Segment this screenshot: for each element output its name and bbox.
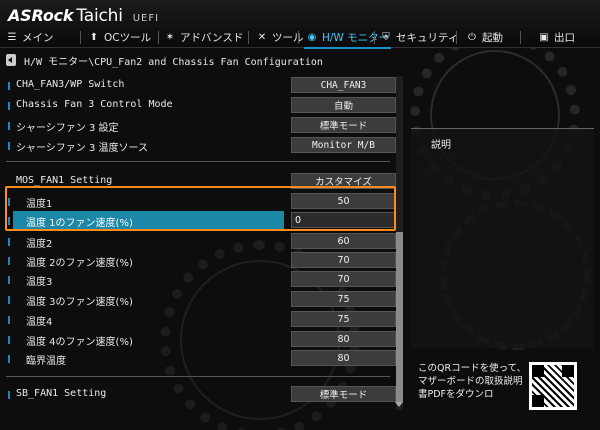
menu-item-exit[interactable]: ▣ 出口 [538, 27, 575, 47]
menu-item-hw-monitor[interactable]: ◉ H/W モニター [303, 27, 392, 49]
setting-label: 温度 3のファン速度(%) [26, 297, 133, 308]
setting-label: MOS_FAN1 Setting [16, 175, 113, 186]
rocket-icon: ⬆ [89, 31, 99, 43]
setting-temp3-fan-speed[interactable]: 温度 3のファン速度(%) 75 [6, 290, 396, 310]
setting-value[interactable]: 標準モード [291, 386, 396, 402]
top-bar: ASRock Taichi UEFI ☰ メイン ⬆ OCツール ✶ アドバンスド … [0, 0, 600, 49]
setting-cha-fan3-switch[interactable]: CHA_FAN3/WP Switch CHA_FAN3 [6, 76, 396, 96]
setting-marker [8, 355, 10, 363]
highlight-annotation-box [5, 186, 396, 231]
setting-chassis-fan3-mode[interactable]: Chassis Fan 3 Control Mode 自動 [6, 96, 396, 116]
breadcrumb-path: H/W モニター\CPU_Fan2 and Chassis Fan Config… [24, 56, 323, 68]
description-panel: 説明 [411, 128, 594, 348]
menu-item-tool[interactable]: ✕ ツール [256, 27, 304, 47]
list-icon: ☰ [7, 31, 17, 43]
setting-label: シャーシファン 3 設定 [16, 123, 119, 134]
setting-temp4-fan-speed[interactable]: 温度 4のファン速度(%) 80 [6, 330, 396, 350]
setting-label: Chassis Fan 3 Control Mode [16, 99, 173, 110]
setting-label: 温度 4のファン速度(%) [26, 337, 133, 348]
setting-label: シャーシファン 3 温度ソース [16, 143, 149, 154]
setting-value[interactable]: 70 [291, 271, 396, 287]
setting-marker [8, 391, 10, 399]
qr-code-icon [529, 362, 577, 410]
setting-marker [8, 142, 10, 150]
description-title: 説明 [431, 140, 451, 151]
setting-value[interactable]: 70 [291, 252, 396, 268]
brand-logo: ASRock Taichi UEFI [8, 6, 160, 26]
setting-label: 温度2 [26, 239, 53, 250]
setting-value[interactable]: Monitor M/B [291, 137, 396, 153]
setting-temp3[interactable]: 温度3 70 [6, 270, 396, 290]
setting-value[interactable]: 自動 [291, 97, 396, 113]
setting-marker [8, 336, 10, 344]
setting-value[interactable]: 80 [291, 331, 396, 347]
menu-item-security[interactable]: ⛨ セキュリティ [380, 27, 458, 47]
setting-label: 温度 2のファン速度(%) [26, 258, 133, 269]
exit-icon: ▣ [539, 31, 549, 43]
setting-marker [8, 316, 10, 324]
setting-marker [8, 122, 10, 130]
setting-label: 温度3 [26, 277, 53, 288]
setting-temp2[interactable]: 温度2 60 [6, 232, 396, 252]
back-arrow-icon[interactable] [6, 54, 16, 66]
setting-marker [8, 257, 10, 265]
setting-label: 臨界温度 [26, 356, 66, 367]
setting-marker [8, 82, 10, 90]
setting-value[interactable]: 75 [291, 291, 396, 307]
setting-value[interactable]: CHA_FAN3 [291, 77, 396, 93]
menu-item-advanced[interactable]: ✶ アドバンスド [164, 27, 244, 47]
tools-icon: ✕ [257, 31, 267, 43]
setting-marker [8, 238, 10, 246]
qr-caption: このQRコードを使って、マザーボードの取扱説明書PDFをダウンロ [418, 363, 527, 400]
setting-sb-fan1[interactable]: SB_FAN1 Setting 標準モード [6, 385, 396, 405]
setting-value[interactable]: 標準モード [291, 117, 396, 133]
section-divider [6, 376, 390, 377]
setting-marker [8, 296, 10, 304]
menu-item-main[interactable]: ☰ メイン [6, 27, 54, 47]
menu-item-boot[interactable]: ⏻ 起動 [466, 27, 503, 47]
setting-critical-temp[interactable]: 臨界温度 80 [6, 349, 396, 369]
setting-temp4[interactable]: 温度4 75 [6, 310, 396, 330]
star-icon: ✶ [165, 31, 175, 43]
shield-icon: ⛨ [382, 31, 390, 43]
scrollbar-thumb[interactable] [396, 232, 403, 402]
setting-label: CHA_FAN3/WP Switch [16, 79, 125, 90]
setting-chassis-fan3-setting[interactable]: シャーシファン 3 設定 標準モード [6, 116, 396, 136]
section-divider [6, 161, 390, 162]
power-icon: ⏻ [468, 31, 476, 43]
setting-chassis-fan3-temp-source[interactable]: シャーシファン 3 温度ソース Monitor M/B [6, 136, 396, 156]
setting-value[interactable]: 80 [291, 350, 396, 366]
main-menu: ☰ メイン ⬆ OCツール ✶ アドバンスド ✕ ツール ◉ H/W モニター … [0, 27, 600, 49]
setting-label: 温度4 [26, 317, 53, 328]
scroll-down-arrow-icon[interactable] [395, 402, 403, 407]
setting-value[interactable]: 60 [291, 233, 396, 249]
setting-temp2-fan-speed[interactable]: 温度 2のファン速度(%) 70 [6, 251, 396, 271]
menu-item-oc-tweaker[interactable]: ⬆ OCツール [88, 27, 151, 47]
setting-marker [8, 276, 10, 284]
setting-label: SB_FAN1 Setting [16, 388, 107, 399]
monitor-icon: ◉ [307, 31, 317, 43]
setting-value[interactable]: 75 [291, 311, 396, 327]
setting-marker [8, 102, 10, 110]
breadcrumb: H/W モニター\CPU_Fan2 and Chassis Fan Config… [6, 52, 323, 68]
